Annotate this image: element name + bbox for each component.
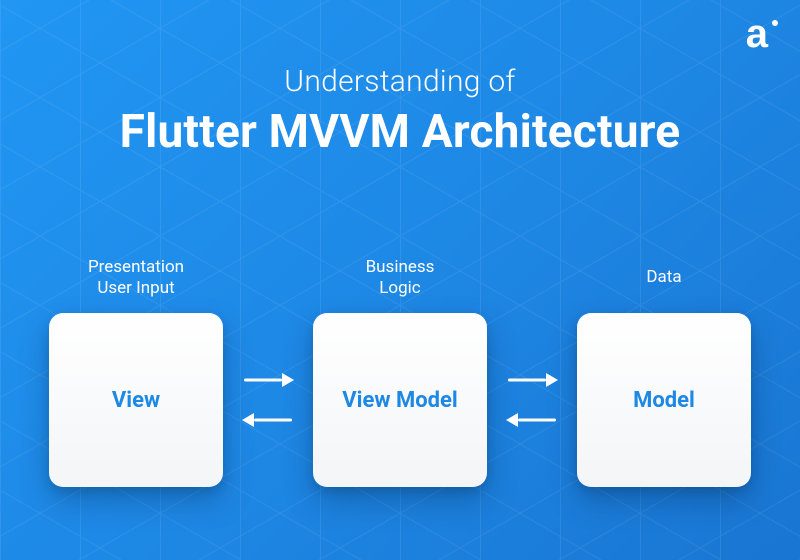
arrow-right-icon [508,373,556,387]
connector-view-viewmodel [236,255,300,487]
card-model: Model [577,313,751,487]
brand-logo-dot-icon [772,20,778,26]
brand-logo: a [746,16,778,56]
arrow-right-icon [244,373,292,387]
diagram-column-viewmodel: Business Logic View Model [300,255,500,487]
diagram-column-model: Data Model [564,255,764,487]
card-title: Model [633,388,695,413]
card-title: View Model [342,388,457,413]
card-viewmodel: View Model [313,313,487,487]
mvvm-diagram: Presentation User Input View Business Lo… [0,255,800,487]
card-view: View [49,313,223,487]
card-title: View [112,388,160,413]
connector-viewmodel-model [500,255,564,487]
arrow-left-icon [244,413,292,427]
brand-logo-glyph: a [746,14,768,54]
diagram-column-view: Presentation User Input View [36,255,236,487]
column-label: Business Logic [366,255,435,301]
column-label: Presentation User Input [88,255,184,301]
arrow-left-icon [508,413,556,427]
column-label: Data [646,255,681,301]
